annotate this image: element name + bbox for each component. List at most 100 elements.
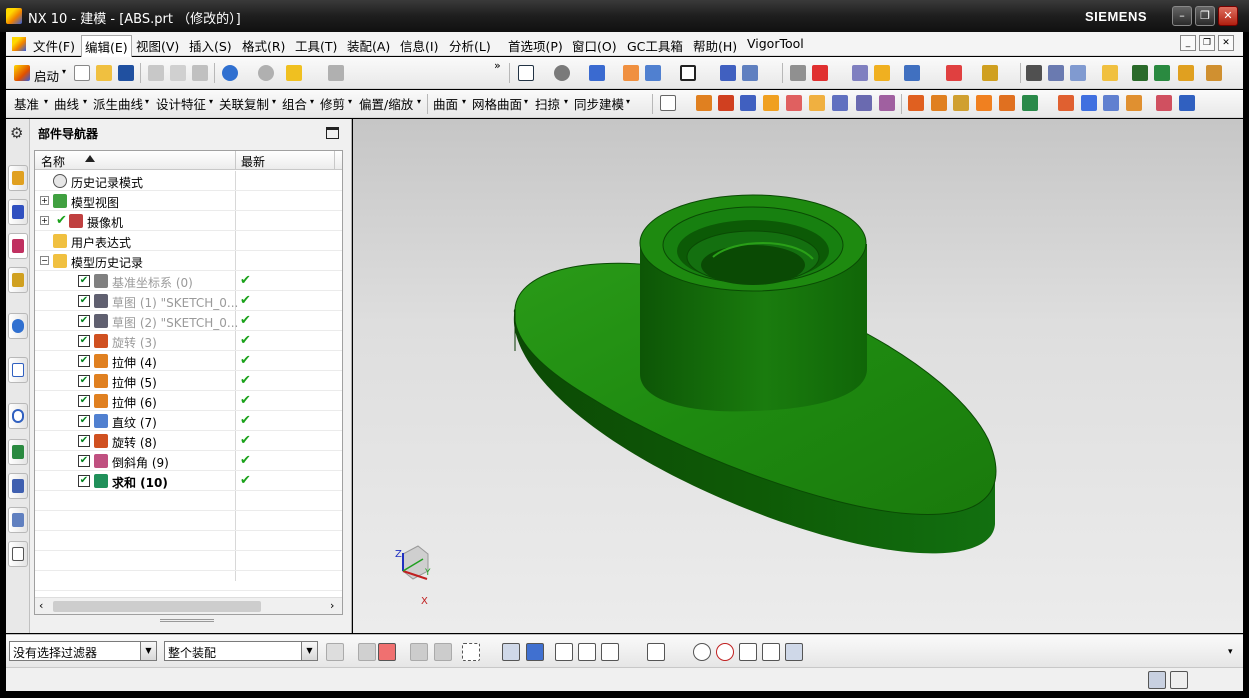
menu-insert[interactable]: 插入(S) xyxy=(186,35,235,56)
tree-row[interactable]: ✔ 基准坐标系 (0) ✔ xyxy=(35,271,342,291)
tree-row[interactable]: ✔ 拉伸 (4) ✔ xyxy=(35,351,342,371)
mirror-icon[interactable] xyxy=(999,95,1015,111)
menu-file[interactable]: 文件(F) xyxy=(30,35,78,56)
arc-center-icon[interactable] xyxy=(670,643,688,661)
chevron-down-icon[interactable]: ▾ xyxy=(348,97,352,106)
list-icon[interactable] xyxy=(814,643,832,661)
point-on-curve-icon[interactable] xyxy=(716,643,734,661)
feature-checkbox[interactable]: ✔ xyxy=(78,355,90,367)
design-feature-dropdown[interactable]: 设计特征 xyxy=(156,94,206,113)
pattern-icon[interactable] xyxy=(976,95,992,111)
menu-tools[interactable]: 工具(T) xyxy=(292,35,340,56)
menu-preferences[interactable]: 首选项(P) xyxy=(505,35,566,56)
save-icon[interactable] xyxy=(118,65,134,81)
chevron-down-icon[interactable]: ▾ xyxy=(462,97,466,106)
chevron-down-icon[interactable]: ▾ xyxy=(1228,647,1233,657)
pocket-icon[interactable] xyxy=(786,95,802,111)
selection-priority-icon[interactable] xyxy=(358,643,376,661)
combine-dropdown[interactable]: 组合 xyxy=(282,94,307,113)
tree-row[interactable]: ✔ 旋转 (3) ✔ xyxy=(35,331,342,351)
manufacturing-wizards-tab[interactable] xyxy=(8,473,28,499)
chevron-down-icon[interactable]: ▾ xyxy=(209,97,213,106)
column-divider[interactable] xyxy=(334,151,335,170)
unite-icon[interactable] xyxy=(1022,95,1038,111)
feature-checkbox[interactable]: ✔ xyxy=(78,435,90,447)
snap-icon[interactable] xyxy=(904,65,920,81)
menu-assemblies[interactable]: 装配(A) xyxy=(344,35,393,56)
tree-row[interactable]: ✔ 草图 (2) "SKETCH_0... ✔ xyxy=(35,311,342,331)
scroll-thumb[interactable] xyxy=(53,601,261,612)
column-header-name[interactable]: 名称 xyxy=(41,153,65,170)
process-studio-tab[interactable] xyxy=(8,439,28,465)
gear-icon[interactable]: ⚙ xyxy=(10,124,23,142)
curve-dropdown[interactable]: 曲线 xyxy=(54,94,79,113)
trim-dropdown[interactable]: 修剪 xyxy=(320,94,345,113)
surface-dropdown[interactable]: 曲面 xyxy=(433,94,458,113)
sort-ascending-icon[interactable] xyxy=(85,155,95,162)
cut-icon[interactable] xyxy=(148,65,164,81)
table-icon[interactable] xyxy=(1070,65,1086,81)
reuse-library-tab[interactable] xyxy=(8,267,28,293)
history-tab[interactable] xyxy=(8,403,28,429)
assembly-icon[interactable] xyxy=(1154,65,1170,81)
shaded-icon[interactable] xyxy=(554,65,570,81)
visibility-check-icon[interactable]: ✔ xyxy=(56,213,67,228)
menu-analysis[interactable]: 分析(L) xyxy=(446,35,494,56)
new-file-icon[interactable] xyxy=(74,65,90,81)
extrude-icon[interactable] xyxy=(696,95,712,111)
intersect-icon[interactable] xyxy=(1081,95,1097,111)
tree-row[interactable]: ✔ 求和 (10) ✔ xyxy=(35,471,342,491)
deselect-icon[interactable] xyxy=(410,643,428,661)
feature-checkbox[interactable]: ✔ xyxy=(78,475,90,487)
expand-icon[interactable]: + xyxy=(40,216,49,225)
type-filter-select[interactable]: 没有选择过滤器 ▼ xyxy=(9,641,157,661)
subtract-icon[interactable] xyxy=(1058,95,1074,111)
feature-selection-icon[interactable] xyxy=(378,643,396,661)
datum-dropdown[interactable]: 基准 xyxy=(14,94,39,113)
collapse-icon[interactable]: − xyxy=(40,256,49,265)
chevron-down-icon[interactable]: ▾ xyxy=(145,97,149,106)
mdi-close-button[interactable]: ✕ xyxy=(1218,35,1234,51)
quadrant-point-icon[interactable] xyxy=(693,643,711,661)
shell-icon[interactable] xyxy=(953,95,969,111)
system-materials-tab[interactable] xyxy=(8,541,28,567)
groove-icon[interactable] xyxy=(856,95,872,111)
edge-blend-icon[interactable] xyxy=(908,95,924,111)
dimension-icon[interactable] xyxy=(946,65,962,81)
snap-point-icon[interactable] xyxy=(555,643,573,661)
revolve-icon[interactable] xyxy=(718,95,734,111)
feature-checkbox[interactable]: ✔ xyxy=(78,335,90,347)
offset-scale-dropdown[interactable]: 偏置/缩放 xyxy=(359,94,413,113)
derived-curve-dropdown[interactable]: 派生曲线 xyxy=(93,94,143,113)
chevron-down-icon[interactable]: ▾ xyxy=(564,97,568,106)
sketch-icon[interactable] xyxy=(660,95,676,111)
hd3d-tools-tab[interactable] xyxy=(8,313,28,339)
start-menu-button[interactable]: 启动 xyxy=(34,66,59,85)
tree-row[interactable]: ✔ 直纹 (7) ✔ xyxy=(35,411,342,431)
redo-icon[interactable] xyxy=(258,65,274,81)
nx-app-icon[interactable] xyxy=(6,8,22,24)
settings-icon[interactable] xyxy=(1206,65,1222,81)
trim-body-icon[interactable] xyxy=(1103,95,1119,111)
tree-icon[interactable] xyxy=(1132,65,1148,81)
web-browser-tab[interactable] xyxy=(8,357,28,383)
paste-icon[interactable] xyxy=(192,65,208,81)
chevron-down-icon[interactable]: ▾ xyxy=(626,97,630,106)
start-icon[interactable] xyxy=(14,65,30,81)
tree-row[interactable]: 历史记录模式 xyxy=(35,171,342,191)
close-window-button[interactable]: ✕ xyxy=(1218,6,1238,26)
part-navigator-tab[interactable] xyxy=(8,233,28,259)
feature-checkbox[interactable]: ✔ xyxy=(78,275,90,287)
measure-icon[interactable] xyxy=(852,65,868,81)
bounded-grid-icon[interactable] xyxy=(785,643,803,661)
mid-point-icon[interactable] xyxy=(601,643,619,661)
undo-icon[interactable] xyxy=(222,65,238,81)
roles-tab[interactable] xyxy=(8,507,28,533)
chevron-down-icon[interactable]: ▼ xyxy=(301,642,317,660)
minimize-window-button[interactable]: – xyxy=(1172,6,1192,26)
view-triad-icon[interactable] xyxy=(518,65,534,81)
boss-icon[interactable] xyxy=(763,95,779,111)
touch-mode-icon[interactable] xyxy=(328,65,344,81)
constraint-navigator-tab[interactable] xyxy=(8,199,28,225)
toolbar-overflow-icon[interactable]: » xyxy=(494,59,501,72)
